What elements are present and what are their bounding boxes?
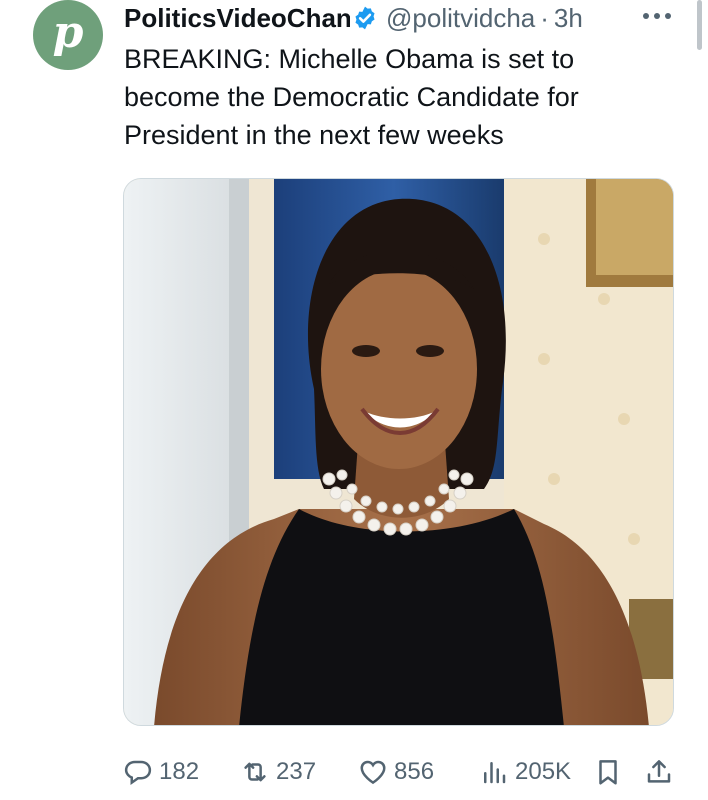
view-count: 205K (515, 758, 572, 785)
bookmark-icon (599, 760, 617, 785)
views-chart-icon (484, 762, 506, 784)
reply-icon (124, 760, 152, 786)
portrait-photo (124, 179, 673, 725)
heart-icon (360, 760, 386, 785)
avatar[interactable]: p (33, 0, 103, 70)
user-handle[interactable]: @politvidcha (386, 3, 535, 34)
timestamp[interactable]: 3h (554, 3, 583, 34)
share-button[interactable] (644, 752, 680, 792)
tweet-actions: 182 237 856 205K (123, 752, 683, 792)
separator-dot: · (540, 2, 549, 33)
verified-badge-icon (355, 6, 375, 30)
repost-icon (244, 762, 266, 782)
tweet-header: PoliticsVideoChannel @politvidcha · 3h (124, 2, 684, 34)
share-icon (647, 760, 671, 783)
repost-count: 237 (276, 758, 317, 785)
views-button[interactable]: 205K (479, 752, 571, 792)
more-options-icon[interactable] (641, 8, 673, 24)
reply-button[interactable]: 182 (123, 752, 199, 792)
like-count: 856 (394, 758, 435, 785)
like-button[interactable]: 856 (358, 752, 434, 792)
tweet-image[interactable] (123, 178, 674, 726)
avatar-letter: p (52, 7, 84, 58)
display-name[interactable]: PoliticsVideoChannel (124, 3, 350, 34)
reply-count: 182 (159, 758, 200, 785)
tweet-text: BREAKING: Michelle Obama is set to becom… (124, 44, 579, 150)
bookmark-button[interactable] (593, 752, 629, 792)
repost-button[interactable]: 237 (240, 752, 316, 792)
scrollbar[interactable] (697, 0, 702, 50)
